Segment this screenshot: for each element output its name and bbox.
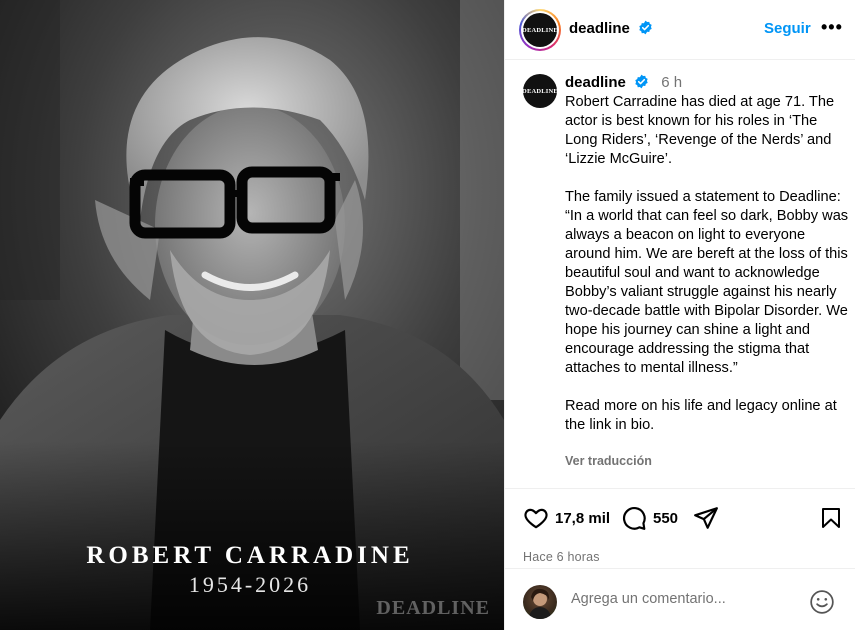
more-options-icon[interactable]: ••• [821, 17, 843, 38]
like-button[interactable]: 17,8 mil [523, 505, 610, 531]
post-details-panel: DEADLINE deadline Seguir ••• DEADLINE de… [504, 0, 855, 630]
save-button[interactable] [819, 505, 843, 531]
post-timestamp[interactable]: Hace 6 horas [523, 550, 600, 564]
caption-paragraph: Robert Carradine has died at age 71. The… [565, 94, 839, 167]
send-icon [694, 507, 718, 529]
comment-bar [505, 568, 855, 630]
photo-name-title: ROBERT CARRADINE [86, 542, 414, 569]
header-username-wrap[interactable]: deadline [569, 20, 653, 37]
share-button[interactable] [693, 505, 719, 531]
like-count[interactable]: 17,8 mil [555, 510, 610, 527]
heart-icon [524, 508, 548, 529]
verified-badge-icon [639, 20, 652, 35]
post-viewer: ROBERT CARRADINE 1954-2026 DEADLINE DEAD… [0, 0, 855, 630]
portrait [0, 0, 504, 630]
emoji-icon [810, 590, 834, 614]
post-header: DEADLINE deadline Seguir ••• [505, 0, 855, 60]
caption-paragraph: The family issued a statement to Deadlin… [565, 189, 853, 376]
action-bar: 17,8 mil 550 [505, 488, 855, 546]
comment-count[interactable]: 550 [653, 510, 678, 527]
current-user-avatar[interactable] [523, 585, 557, 619]
caption-logo: DEADLINE [522, 74, 558, 108]
emoji-picker-button[interactable] [809, 589, 835, 620]
see-translation-link[interactable]: Ver traducción [565, 454, 652, 468]
photo-years: 1954-2026 [188, 572, 312, 597]
follow-button[interactable]: Seguir [764, 20, 811, 37]
caption-avatar[interactable]: DEADLINE [522, 74, 558, 108]
profile-avatar[interactable]: DEADLINE [519, 9, 561, 51]
caption-username[interactable]: deadline [565, 74, 626, 91]
caption-text: Robert Carradine has died at age 71. The… [565, 93, 850, 435]
caption-time[interactable]: 6 h [661, 74, 682, 91]
comment-button[interactable]: 550 [621, 505, 678, 531]
deadline-logo: DEADLINE [522, 13, 558, 47]
verified-badge-icon [635, 74, 648, 89]
comment-bubble-icon [623, 507, 646, 530]
caption-paragraph: Read more on his life and legacy online … [565, 398, 841, 433]
header-username[interactable]: deadline [569, 20, 630, 37]
caption-header: deadline 6 h [565, 74, 682, 91]
user-photo [528, 588, 552, 619]
bookmark-icon [822, 508, 840, 528]
caption-section: DEADLINE deadline 6 h Robert Carradine h… [505, 61, 855, 487]
post-image[interactable]: ROBERT CARRADINE 1954-2026 DEADLINE [0, 0, 504, 630]
comment-input[interactable] [571, 591, 791, 607]
photo-watermark: DEADLINE [376, 597, 490, 619]
